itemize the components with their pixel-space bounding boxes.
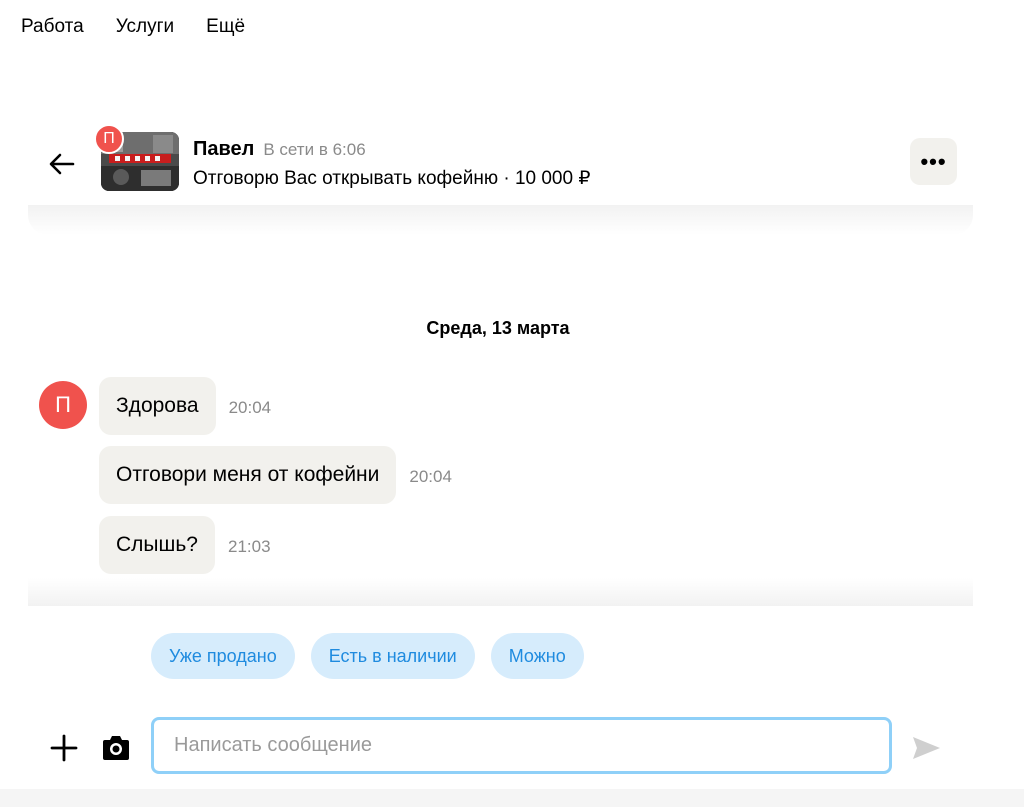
camera-icon: [103, 736, 129, 760]
message-time: 20:04: [409, 467, 452, 486]
more-dots-icon: •••: [920, 148, 947, 174]
date-separator: Среда, 13 марта: [426, 318, 570, 338]
seller-avatar[interactable]: П: [94, 124, 124, 154]
quick-reply-possible[interactable]: Можно: [490, 633, 584, 679]
header-shadow: [28, 205, 973, 235]
attach-button[interactable]: [48, 732, 80, 764]
message-row: Слышь? 21:03: [99, 516, 271, 574]
message-row: Здорова 20:04: [99, 377, 271, 435]
quick-reply-sold[interactable]: Уже продано: [151, 633, 295, 679]
nav-item-work[interactable]: Работа: [21, 16, 84, 38]
message-time: 21:03: [227, 537, 271, 556]
nav-item-services[interactable]: Услуги: [116, 16, 174, 38]
message-avatar[interactable]: П: [39, 381, 87, 429]
plus-icon: [50, 734, 78, 762]
chat-header: П Павел В сети в 6:06 Отговорю Вас откры…: [28, 118, 973, 210]
top-nav: Работа Услуги Ещё: [21, 16, 245, 38]
back-button[interactable]: [46, 148, 78, 180]
seller-name[interactable]: Павел: [193, 138, 254, 161]
bottom-strip: [0, 789, 1024, 807]
send-icon: [913, 737, 940, 759]
composer-shadow: [28, 578, 973, 606]
seller-info: Павел В сети в 6:06: [193, 138, 366, 161]
more-options-button[interactable]: •••: [910, 138, 957, 185]
listing-title[interactable]: Отговорю Вас открывать кофейню · 10 000 …: [193, 167, 590, 190]
message-time: 20:04: [228, 398, 272, 417]
quick-reply-available[interactable]: Есть в наличии: [310, 633, 475, 679]
send-button[interactable]: [910, 732, 942, 764]
message-bubble[interactable]: Отговори меня от кофейни: [99, 446, 397, 504]
message-row: Отговори меня от кофейни 20:04: [99, 446, 452, 504]
arrow-left-icon: [49, 153, 75, 175]
message-bubble[interactable]: Слышь?: [99, 516, 215, 574]
message-input[interactable]: [151, 717, 892, 774]
camera-button[interactable]: [100, 732, 132, 764]
online-status: В сети в 6:06: [263, 140, 366, 159]
nav-item-more[interactable]: Ещё: [206, 16, 245, 38]
quick-replies: Уже продано Есть в наличии Можно: [151, 633, 584, 679]
message-bubble[interactable]: Здорова: [99, 377, 216, 435]
